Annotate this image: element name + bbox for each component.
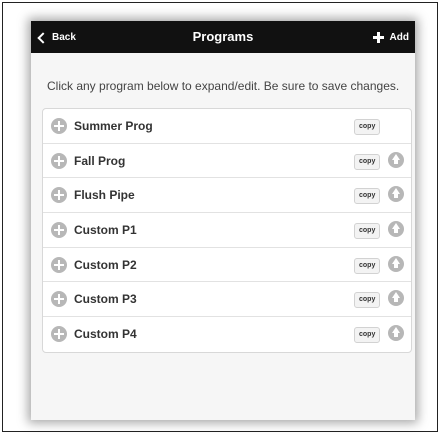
copy-button[interactable]: copy <box>354 327 381 344</box>
arrow-up-circle-icon[interactable] <box>388 325 404 342</box>
copy-button[interactable]: copy <box>354 257 381 274</box>
program-name: Custom P4 <box>74 327 137 342</box>
copy-button[interactable]: copy <box>354 223 381 240</box>
plus-circle-icon[interactable] <box>51 187 67 204</box>
plus-circle-icon[interactable] <box>51 326 67 343</box>
copy-button[interactable]: copy <box>354 119 381 135</box>
header-bar: Back Programs Add <box>31 21 415 53</box>
arrow-up-circle-icon[interactable] <box>388 186 404 203</box>
program-row[interactable]: Custom P1 copy <box>43 213 411 248</box>
arrow-up-circle-icon[interactable] <box>388 221 404 238</box>
program-name: Custom P1 <box>74 223 137 238</box>
arrow-up-circle-icon[interactable] <box>388 290 404 307</box>
plus-circle-icon[interactable] <box>51 222 67 239</box>
program-name: Summer Prog <box>74 119 153 133</box>
arrow-up-circle-icon[interactable] <box>388 255 404 272</box>
plus-icon <box>372 31 384 43</box>
arrow-up-circle-icon[interactable] <box>388 151 404 168</box>
program-row[interactable]: Custom P4 copy <box>43 317 411 352</box>
copy-button[interactable]: copy <box>354 153 381 170</box>
program-row[interactable]: Custom P2 copy <box>43 248 411 283</box>
page-title: Programs <box>192 29 254 44</box>
program-name: Flush Pipe <box>74 188 135 203</box>
program-row[interactable]: Flush Pipe copy <box>43 178 411 214</box>
plus-circle-icon[interactable] <box>51 256 67 273</box>
add-label: Add <box>389 31 409 43</box>
program-row[interactable]: Custom P3 copy <box>43 282 411 318</box>
copy-button[interactable]: copy <box>354 188 381 205</box>
program-row[interactable]: Fall Prog copy <box>43 144 411 179</box>
program-row[interactable]: Summer Prog copy <box>43 109 411 144</box>
app-screen: Back Programs Add Click any program belo… <box>31 21 415 420</box>
plus-circle-icon[interactable] <box>51 118 67 134</box>
copy-button[interactable]: copy <box>354 292 381 309</box>
instructions-text: Click any program below to expand/edit. … <box>47 79 400 93</box>
plus-circle-icon[interactable] <box>51 291 67 308</box>
program-list: Summer Prog copy Fall Prog copy Flush Pipe co… <box>42 108 412 353</box>
program-name: Custom P2 <box>74 257 137 272</box>
program-name: Custom P3 <box>74 292 137 307</box>
add-button[interactable]: Add <box>372 21 409 53</box>
program-name: Fall Prog <box>74 153 126 168</box>
plus-circle-icon[interactable] <box>51 152 67 169</box>
